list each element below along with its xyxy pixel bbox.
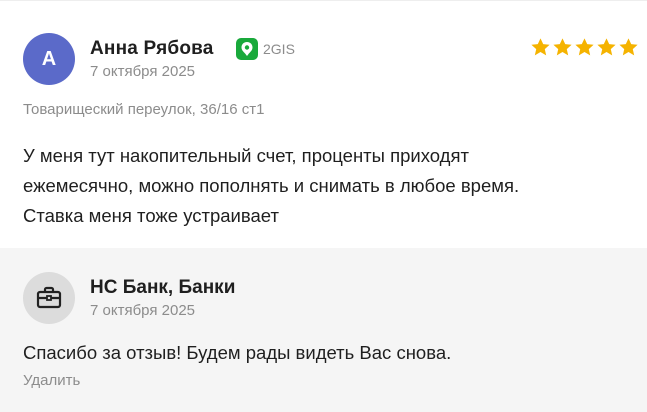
source-badge: 2GIS <box>236 38 295 60</box>
reply-date: 7 октября 2025 <box>90 302 195 319</box>
delete-reply-link[interactable]: Удалить <box>23 372 80 389</box>
star-icon <box>553 38 572 56</box>
review-date: 7 октября 2025 <box>90 63 195 80</box>
briefcase-icon <box>36 286 62 309</box>
star-icon <box>531 38 550 56</box>
author-name[interactable]: Анна Рябова <box>90 38 214 60</box>
reply-text: Спасибо за отзыв! Будем рады видеть Вас … <box>23 342 452 363</box>
review-text: У меня тут накопительный счет, проценты … <box>23 145 520 226</box>
star-icon <box>575 38 594 56</box>
company-avatar <box>23 272 75 324</box>
official-reply: НС Банк, Банки 7 октября 2025 Спасибо за… <box>0 248 647 412</box>
source-label: 2GIS <box>263 41 295 57</box>
rating-stars <box>530 37 639 58</box>
avatar-letter: А <box>41 47 57 70</box>
star-icon <box>619 38 638 56</box>
2gis-logo-icon <box>236 38 258 60</box>
branch-address[interactable]: Товарищеский переулок, 36/16 ст1 <box>23 101 264 118</box>
company-name: НС Банк, Банки <box>90 277 236 298</box>
star-icon <box>597 38 616 56</box>
author-avatar[interactable]: А <box>23 33 75 85</box>
review-card: А Анна Рябова 2GIS 7 октября 2025 Товари… <box>0 0 647 249</box>
